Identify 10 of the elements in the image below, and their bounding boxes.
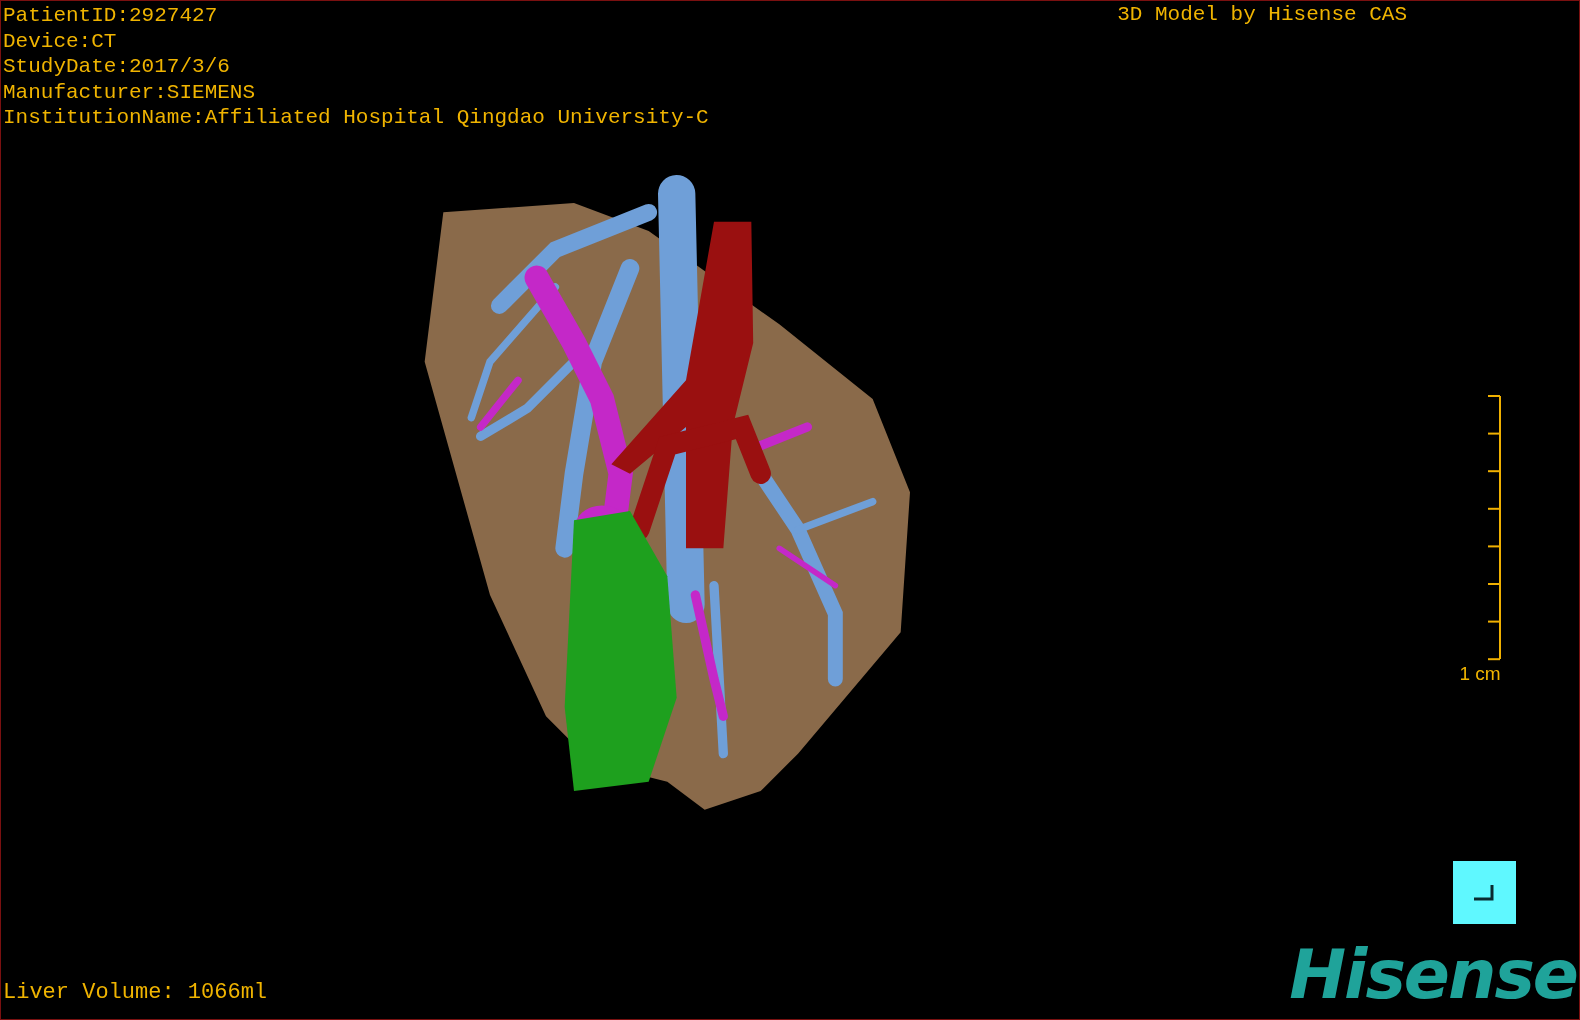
study-info-text: PatientID:2927427	[3, 3, 218, 29]
scale-label: 1 cm	[1459, 663, 1501, 685]
view-toggle-button[interactable]	[1453, 861, 1516, 924]
logo: Hisense	[1289, 941, 1577, 1009]
study-info-text: StudyDate:2017/3/6	[3, 54, 230, 80]
liver-volume-text: Liver Volume: 1066ml	[3, 980, 268, 1005]
study-info-text: Device:CT	[3, 28, 117, 54]
viewer-title: 3D Model by Hisense CAS	[1117, 3, 1407, 26]
study-info-text: Manufacturer:SIEMENS	[3, 79, 256, 105]
study-info-text: InstitutionName:Affiliated Hospital Qingdao University-C	[3, 105, 709, 131]
